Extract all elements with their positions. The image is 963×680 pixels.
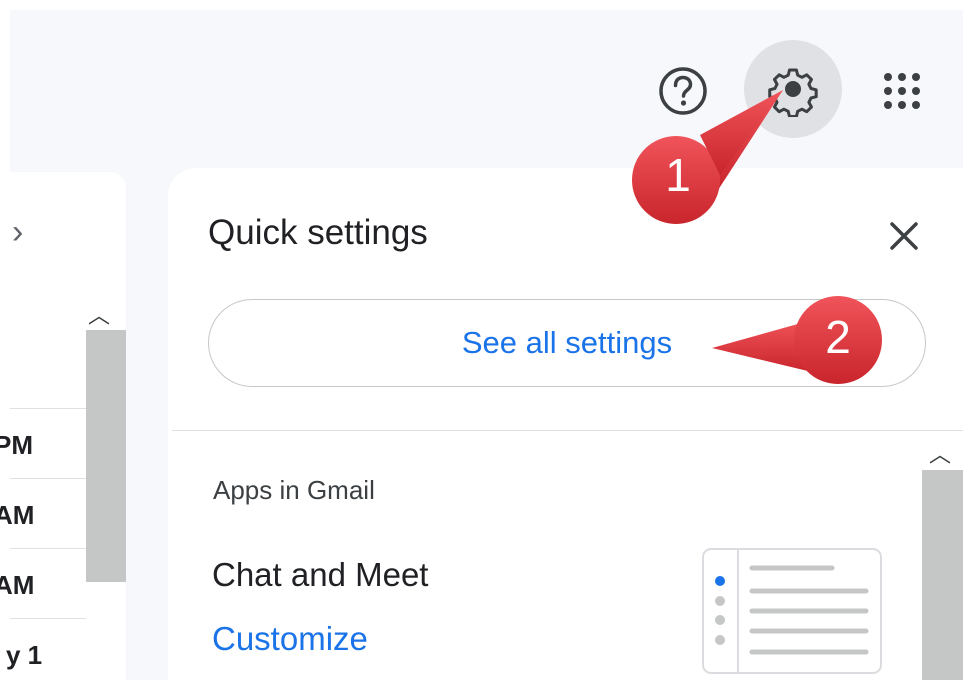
close-icon <box>890 222 918 250</box>
callout-2: 2 <box>700 290 890 386</box>
callout-2-number: 2 <box>825 311 851 363</box>
apps-grid-icon <box>884 73 920 109</box>
mail-time-text: PM <box>0 430 33 460</box>
quick-settings-scrollbar[interactable] <box>922 470 963 680</box>
mail-row-time[interactable]: y 1 <box>0 640 80 671</box>
mail-row-time[interactable]: PM <box>0 430 80 461</box>
chat-meet-layout-thumbnail[interactable] <box>702 548 882 674</box>
scroll-up-arrow-icon[interactable]: ︿ <box>929 437 951 469</box>
quick-settings-divider <box>172 430 963 431</box>
see-all-settings-label: See all settings <box>461 325 673 360</box>
google-apps-button[interactable] <box>872 61 932 121</box>
scroll-up-arrow-icon[interactable]: ︿ <box>88 298 110 330</box>
close-button[interactable] <box>884 216 924 256</box>
mail-time-text: AM <box>0 570 35 600</box>
mail-row-divider <box>10 548 86 549</box>
mail-row-divider <box>10 478 86 479</box>
mail-row-time[interactable]: AM <box>0 570 80 601</box>
mail-list-scrollbar[interactable] <box>86 330 126 582</box>
top-strip <box>0 0 963 10</box>
gmail-window: › ︿ PM AM AM y 1 Quick settings See all … <box>0 0 963 680</box>
callout-1-number: 1 <box>665 149 691 201</box>
callout-1-marker <box>632 90 783 224</box>
mail-time-text: AM <box>0 500 35 530</box>
callout-1: 1 <box>620 80 790 230</box>
mail-row-divider <box>10 408 86 409</box>
chevron-right-icon[interactable]: › <box>12 215 23 249</box>
layout-preview-icon <box>702 548 882 674</box>
callout-2-marker <box>712 296 882 384</box>
quick-settings-title: Quick settings <box>208 213 428 252</box>
mail-time-text: y 1 <box>6 640 43 670</box>
customize-link[interactable]: Customize <box>212 620 368 658</box>
apps-in-gmail-heading: Apps in Gmail <box>213 475 375 505</box>
mail-row-time[interactable]: AM <box>0 500 80 531</box>
mail-row-divider <box>10 618 86 619</box>
chat-and-meet-label: Chat and Meet <box>212 556 429 593</box>
